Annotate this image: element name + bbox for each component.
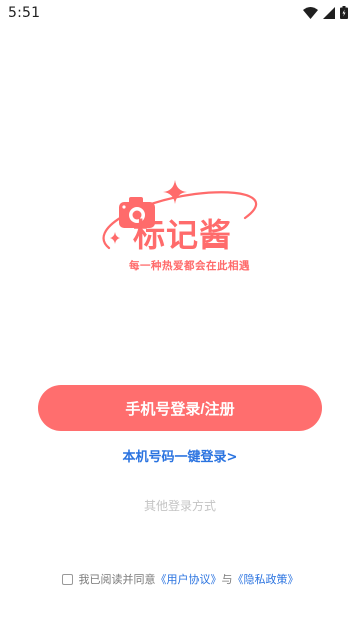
one-click-login-link[interactable]: 本机号码一键登录> <box>0 446 360 465</box>
logo-title: 标记酱 <box>133 216 233 254</box>
sparkle-icon <box>163 180 187 204</box>
status-bar: 5:51 <box>0 0 360 26</box>
battery-icon <box>340 4 348 23</box>
privacy-policy-link[interactable]: 《隐私政策》 <box>233 571 299 587</box>
phone-login-button[interactable]: 手机号登录/注册 <box>38 385 322 431</box>
agreement-row: 我已阅读并同意 《用户协议》 与 《隐私政策》 <box>0 571 360 587</box>
status-icons <box>303 4 348 23</box>
wifi-icon <box>303 4 318 23</box>
agreement-checkbox[interactable] <box>61 573 73 585</box>
other-login-methods-label: 其他登录方式 <box>143 499 216 513</box>
user-agreement-link[interactable]: 《用户协议》 <box>156 571 222 587</box>
sparkle-icon <box>110 232 120 244</box>
status-time: 5:51 <box>8 5 41 21</box>
agreement-prefix: 我已阅读并同意 <box>78 573 156 586</box>
logo-slogan: 每一种热爱都会在此相遇 <box>129 260 250 272</box>
cell-signal-icon <box>323 4 335 23</box>
app-logo: 标记酱 每一种热爱都会在此相遇 <box>95 180 270 280</box>
agreement-and: 与 <box>221 573 233 586</box>
